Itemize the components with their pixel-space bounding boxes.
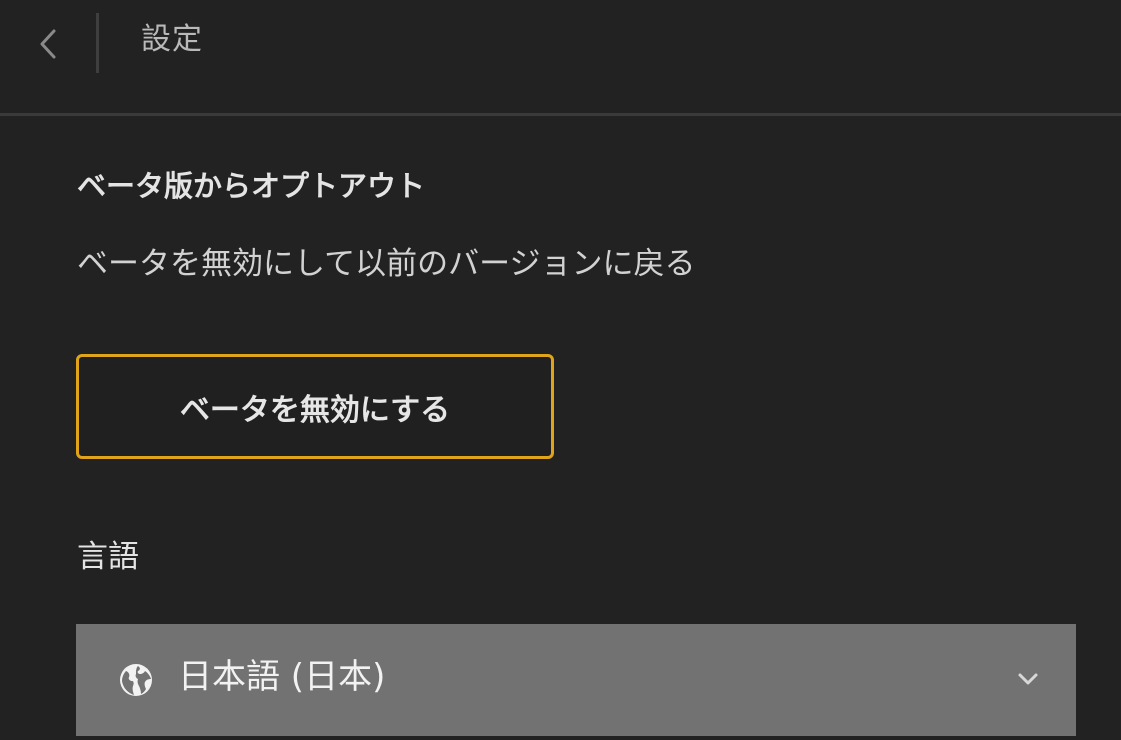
- beta-section-title: ベータ版からオプトアウト: [77, 169, 426, 203]
- header: 設定: [0, 0, 1121, 113]
- globe-icon: [120, 664, 152, 696]
- header-divider: [96, 13, 99, 73]
- page-title: 設定: [141, 22, 203, 57]
- chevron-left-icon: [40, 29, 56, 59]
- beta-section-description: ベータを無効にして以前のバージョンに戻る: [77, 246, 696, 282]
- language-section-label: 言語: [77, 539, 139, 575]
- language-select-value: 日本語 (日本): [178, 657, 386, 697]
- header-rule: [0, 113, 1121, 116]
- disable-beta-button-label: ベータを無効にする: [179, 392, 451, 428]
- back-button[interactable]: [26, 22, 70, 66]
- settings-screen: 設定 ベータ版からオプトアウト ベータを無効にして以前のバージョンに戻る ベータ…: [0, 0, 1121, 740]
- chevron-down-icon: [1018, 673, 1038, 685]
- disable-beta-button[interactable]: ベータを無効にする: [76, 354, 554, 459]
